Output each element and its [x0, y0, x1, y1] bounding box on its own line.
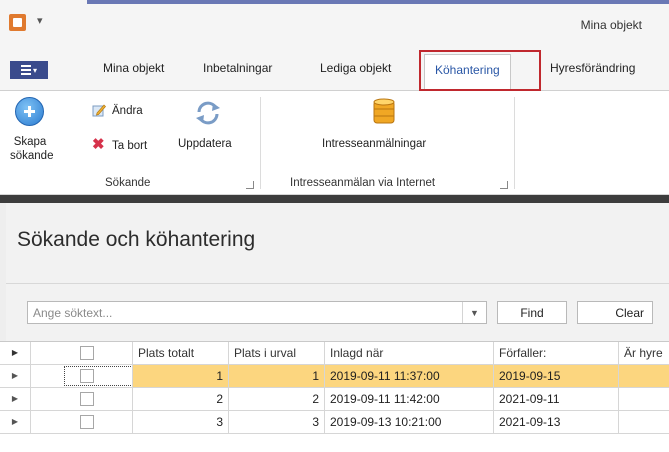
applicants-grid: ▶ Plats totalt Plats i urval Inlagd när … [0, 341, 669, 452]
row-select-cell[interactable] [31, 411, 133, 433]
pencil-icon[interactable] [92, 103, 106, 117]
tab-inbetalningar[interactable]: Inbetalningar [203, 61, 272, 75]
group-separator [514, 97, 515, 189]
title-accent-line [87, 0, 669, 4]
add-applicant-button[interactable]: Skapa sökande [10, 135, 54, 163]
column-header[interactable]: Plats i urval [229, 342, 325, 364]
tab-lediga-objekt[interactable]: Lediga objekt [320, 61, 391, 75]
tab-mina-objekt[interactable]: Mina objekt [103, 61, 164, 75]
edit-button[interactable]: Ändra [112, 104, 143, 118]
row-checkbox[interactable] [80, 415, 94, 429]
column-header[interactable]: Är hyre [619, 342, 669, 364]
row-indicator-icon: ▶ [0, 342, 31, 364]
cell-plats-totalt[interactable]: 3 [133, 411, 229, 433]
group-separator [260, 97, 261, 189]
panel-top-bar [0, 195, 669, 203]
page-title: Sökande och köhantering [17, 228, 256, 251]
group-label-sokande: Sökande [105, 177, 151, 189]
cell-ar-hyresgast[interactable] [619, 411, 669, 433]
tab-hyresforandring[interactable]: Hyresförändring [550, 61, 635, 75]
ribbon-panel: Skapa sökande Ändra ✖ Ta bort Uppdatera … [0, 91, 669, 195]
row-indicator-icon: ▶ [0, 388, 31, 410]
search-box[interactable]: ▼ [27, 301, 487, 324]
add-applicant-label-line2: sökande [10, 150, 54, 162]
cell-plats-totalt[interactable]: 1 [133, 365, 229, 387]
cell-ar-hyresgast[interactable] [619, 365, 669, 387]
menu-icon [20, 65, 31, 75]
column-header[interactable]: Förfaller: [494, 342, 619, 364]
cell-plats-i-urval[interactable]: 2 [229, 388, 325, 410]
add-circle-icon[interactable] [15, 97, 44, 126]
cell-ar-hyresgast[interactable] [619, 388, 669, 410]
focus-rectangle [64, 366, 132, 386]
select-all-cell[interactable] [31, 342, 133, 364]
ribbon-tab-strip: ▾ Mina objekt Inbetalningar Lediga objek… [0, 46, 669, 91]
cell-plats-totalt[interactable]: 2 [133, 388, 229, 410]
file-menu-button[interactable]: ▾ [10, 61, 48, 79]
cell-plats-i-urval[interactable]: 3 [229, 411, 325, 433]
title-bar: ▾ Mina objekt [0, 0, 669, 46]
table-row[interactable]: ▶ 3 3 2019-09-13 10:21:00 2021-09-13 [0, 411, 669, 434]
active-tab-highlight [419, 50, 541, 91]
column-header[interactable]: Plats totalt [133, 342, 229, 364]
table-row[interactable]: ▶ 2 2 2019-09-11 11:42:00 2021-09-11 [0, 388, 669, 411]
row-select-cell[interactable] [31, 388, 133, 410]
row-checkbox[interactable] [80, 392, 94, 406]
clear-button[interactable]: Clear [577, 301, 653, 324]
row-indicator-icon: ▶ [0, 365, 31, 387]
refresh-icon[interactable] [193, 99, 223, 127]
cell-inlagd-nar[interactable]: 2019-09-11 11:42:00 [325, 388, 494, 410]
search-input[interactable] [28, 302, 460, 323]
quick-access-dropdown-icon[interactable]: ▾ [37, 14, 43, 27]
chevron-down-icon[interactable]: ▼ [462, 302, 486, 323]
database-icon[interactable] [370, 98, 398, 126]
row-indicator-icon: ▶ [0, 411, 31, 433]
divider [6, 283, 669, 284]
cell-forfaller[interactable]: 2021-09-13 [494, 411, 619, 433]
cell-plats-i-urval[interactable]: 1 [229, 365, 325, 387]
app-icon[interactable] [9, 14, 26, 31]
cell-forfaller[interactable]: 2019-09-15 [494, 365, 619, 387]
group-label-intresseanmalan: Intresseanmälan via Internet [290, 177, 436, 189]
refresh-button[interactable]: Uppdatera [178, 137, 232, 151]
add-applicant-label-line1: Skapa [13, 136, 47, 148]
grid-header-row: ▶ Plats totalt Plats i urval Inlagd när … [0, 342, 669, 365]
group-launcher-icon[interactable] [500, 181, 508, 189]
cell-inlagd-nar[interactable]: 2019-09-11 11:37:00 [325, 365, 494, 387]
table-row[interactable]: ▶ 1 1 2019-09-11 11:37:00 2019-09-15 [0, 365, 669, 388]
window-title: Mina objekt [580, 18, 642, 32]
find-button[interactable]: Find [497, 301, 567, 324]
cross-icon[interactable]: ✖ [92, 137, 105, 152]
row-select-cell[interactable] [31, 365, 133, 387]
group-launcher-icon[interactable] [246, 181, 254, 189]
cell-forfaller[interactable]: 2021-09-11 [494, 388, 619, 410]
cell-inlagd-nar[interactable]: 2019-09-13 10:21:00 [325, 411, 494, 433]
delete-button[interactable]: Ta bort [112, 139, 147, 153]
applications-button[interactable]: Intresseanmälningar [322, 137, 426, 151]
column-header[interactable]: Inlagd när [325, 342, 494, 364]
select-all-checkbox[interactable] [80, 346, 94, 360]
